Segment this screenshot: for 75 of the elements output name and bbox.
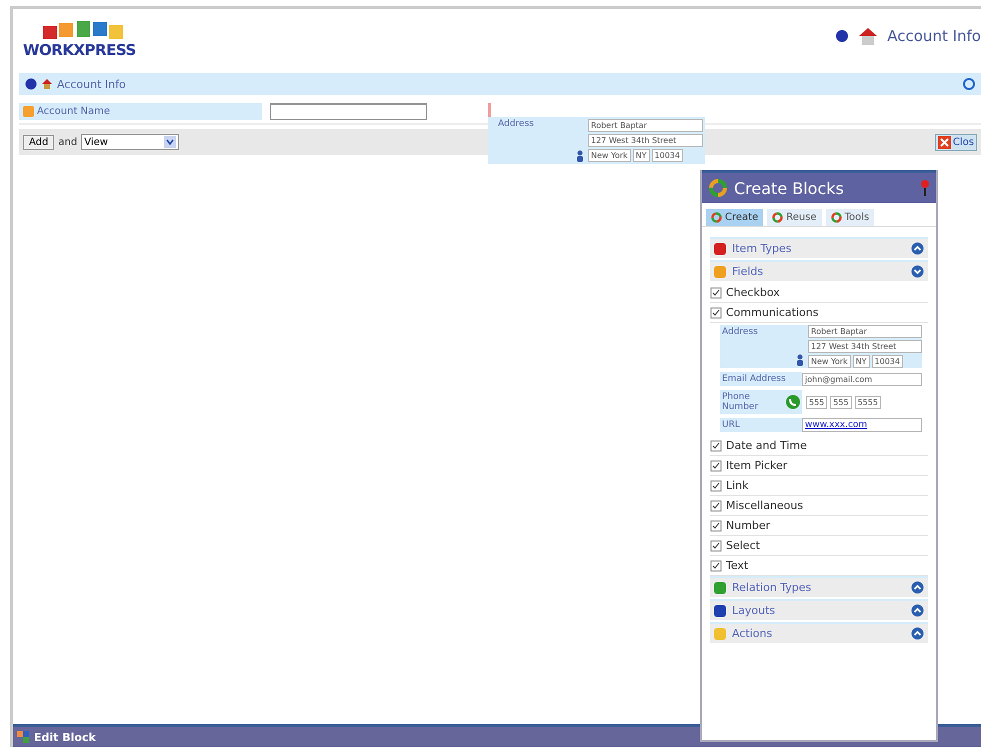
- account-info-link[interactable]: Account Info: [887, 27, 981, 45]
- field-type-icon: [710, 500, 722, 512]
- conjunction-text: and: [58, 136, 78, 148]
- field-type-icon: [710, 440, 722, 452]
- field-type-icon: [710, 460, 722, 472]
- street-field[interactable]: 127 West 34th Street: [808, 340, 922, 353]
- expand-icon[interactable]: [911, 627, 924, 640]
- panel-tab[interactable]: Tools: [826, 209, 874, 226]
- person-icon: [796, 354, 804, 366]
- house-icon: [857, 25, 880, 47]
- pin-icon[interactable]: [920, 179, 930, 197]
- field-type-icon: [710, 286, 722, 298]
- ring-icon: [772, 212, 784, 223]
- email-field[interactable]: john@gmail.com: [802, 372, 922, 386]
- phone-field[interactable]: 555: [806, 396, 828, 408]
- section-header[interactable]: Relation Types: [710, 576, 928, 597]
- add-button[interactable]: Add: [23, 134, 54, 150]
- field-type-item[interactable]: Number: [710, 516, 928, 536]
- field-label: Account Name: [19, 103, 262, 120]
- field-type-icon: [710, 540, 722, 552]
- city-field[interactable]: New York: [588, 149, 631, 162]
- logo-text: WORKXPRESS: [23, 41, 136, 59]
- field-type-item[interactable]: Date and Time: [710, 436, 928, 456]
- address-label: Address: [722, 327, 758, 337]
- name-field[interactable]: Robert Baptar: [588, 119, 703, 132]
- view-select[interactable]: View: [81, 134, 180, 150]
- field-type-item[interactable]: Select: [710, 536, 928, 556]
- section-header[interactable]: Item Types: [710, 237, 928, 258]
- address-label: Address: [498, 119, 534, 129]
- zip-field[interactable]: 10034: [652, 149, 683, 162]
- name-field[interactable]: Robert Baptar: [808, 325, 922, 338]
- url-label: URL: [720, 418, 802, 432]
- section-header[interactable]: Fields: [710, 260, 928, 281]
- phone-icon[interactable]: [786, 395, 800, 409]
- field-type-item[interactable]: Link: [710, 476, 928, 496]
- expand-icon[interactable]: [911, 581, 924, 594]
- field-type-item[interactable]: Communications: [710, 303, 928, 323]
- panel-title: Create Blocks: [734, 178, 844, 198]
- field-type-icon: [710, 306, 722, 318]
- phone-label: Phone Number: [722, 392, 760, 412]
- section-title: Account Info: [57, 78, 126, 90]
- account-name-field[interactable]: [270, 103, 427, 120]
- house-icon: [41, 78, 53, 90]
- ring-icon: [711, 212, 722, 223]
- expand-icon[interactable]: [911, 604, 924, 617]
- person-icon: [576, 150, 584, 162]
- field-type-icon: [710, 480, 722, 492]
- phone-field[interactable]: 5555: [854, 396, 881, 408]
- zip-field[interactable]: 10034: [872, 355, 903, 368]
- ring-icon: [830, 212, 842, 223]
- email-label: Email Address: [720, 372, 802, 386]
- expand-icon[interactable]: [911, 242, 924, 255]
- field-icon: [23, 106, 34, 117]
- panel-tab[interactable]: Create: [706, 209, 764, 226]
- field-type-item[interactable]: Miscellaneous: [710, 496, 928, 516]
- footer-title: Edit Block: [34, 730, 96, 744]
- field-type-icon: [710, 520, 722, 532]
- field-type-item[interactable]: Item Picker: [710, 456, 928, 476]
- close-button[interactable]: Clos: [934, 134, 977, 150]
- expand-icon[interactable]: [911, 265, 924, 278]
- city-field[interactable]: New York: [808, 355, 851, 368]
- blocks-icon: [17, 731, 29, 743]
- field-type-icon: [710, 560, 722, 572]
- field-type-item[interactable]: Checkbox: [710, 283, 928, 303]
- close-icon: [938, 136, 951, 148]
- settings-icon[interactable]: [963, 78, 975, 90]
- street-field[interactable]: 127 West 34th Street: [588, 134, 703, 147]
- ring-icon: [708, 178, 728, 198]
- state-field[interactable]: NY: [852, 355, 870, 368]
- panel-tab[interactable]: Reuse: [767, 209, 822, 226]
- state-field[interactable]: NY: [632, 149, 650, 162]
- section-header[interactable]: Layouts: [710, 599, 928, 620]
- section-header[interactable]: Actions: [710, 622, 928, 643]
- dropdown-icon: [164, 136, 176, 148]
- phone-field[interactable]: 555: [830, 396, 852, 408]
